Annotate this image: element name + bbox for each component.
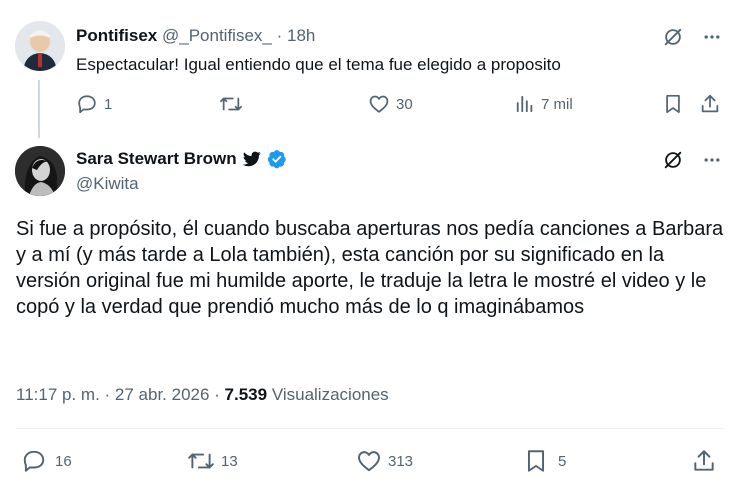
share-icon: [691, 448, 717, 474]
reply-top-actions: [662, 26, 722, 48]
retweet-icon: [219, 93, 243, 115]
avatar-image: [15, 146, 65, 196]
author-handle[interactable]: @_Pontifisex_: [162, 26, 272, 45]
retweet-count: 13: [221, 452, 238, 470]
share-button[interactable]: [691, 448, 717, 474]
like-button[interactable]: 313: [356, 448, 413, 474]
author-handle[interactable]: @Kiwita: [76, 174, 139, 194]
like-count: 313: [388, 452, 414, 470]
share-icon: [699, 93, 721, 115]
reply-count: 1: [104, 95, 113, 113]
verified-badge-icon[interactable]: [267, 149, 287, 169]
bookmark-button[interactable]: 5: [524, 448, 566, 474]
retweet-button[interactable]: 13: [187, 448, 238, 474]
reply-count: 16: [55, 452, 72, 470]
views-total: 7.539: [224, 385, 268, 404]
grok-icon[interactable]: [662, 149, 684, 171]
bookmark-icon: [524, 448, 548, 474]
main-top-actions: [662, 149, 722, 171]
author-name-row: Sara Stewart Brown: [76, 149, 287, 169]
avatar[interactable]: [15, 146, 65, 196]
reply-button[interactable]: 16: [21, 448, 72, 474]
thread-line: [38, 80, 40, 138]
retweet-button[interactable]: [219, 93, 249, 115]
like-button[interactable]: 30: [368, 93, 413, 115]
reply-text: Espectacular! Igual entiendo que el tema…: [76, 55, 561, 74]
separator: ·: [209, 385, 225, 404]
more-icon[interactable]: [702, 27, 722, 47]
like-count: 30: [396, 95, 413, 113]
separator: ·: [99, 385, 115, 404]
like-icon: [368, 93, 390, 115]
reply-button[interactable]: 1: [76, 93, 112, 115]
author-name[interactable]: Sara Stewart Brown: [76, 149, 237, 169]
tweet-date[interactable]: 27 abr. 2026: [115, 385, 210, 404]
views-count: 7 mil: [541, 95, 573, 113]
reply-icon: [21, 448, 47, 474]
bookmark-button[interactable]: [663, 93, 683, 115]
views-button[interactable]: 7 mil: [515, 93, 573, 115]
grok-icon[interactable]: [662, 26, 684, 48]
bookmark-icon: [663, 93, 683, 115]
tweet-time[interactable]: 11:17 p. m.: [16, 385, 100, 404]
more-icon[interactable]: [702, 150, 722, 170]
divider: [16, 428, 724, 429]
share-button[interactable]: [699, 93, 721, 115]
bird-icon: [242, 151, 261, 167]
views-icon: [515, 93, 535, 115]
retweet-icon: [187, 448, 215, 474]
timestamp[interactable]: 18h: [287, 26, 315, 45]
separator: ·: [276, 26, 283, 45]
author-name[interactable]: Pontifisex: [76, 26, 157, 45]
tweet-text: Si fue a propósito, él cuando buscaba ap…: [16, 218, 724, 318]
avatar[interactable]: [15, 21, 65, 71]
bookmark-count: 5: [558, 452, 567, 470]
tweet-meta: 11:17 p. m. · 27 abr. 2026 · 7.539 Visua…: [16, 385, 389, 405]
avatar-image: [15, 21, 65, 71]
reply-icon: [76, 93, 98, 115]
like-icon: [356, 448, 382, 474]
views-label: Visualizaciones: [267, 385, 389, 404]
reply-header: Pontifisex @_Pontifisex_ · 18h: [76, 26, 315, 46]
